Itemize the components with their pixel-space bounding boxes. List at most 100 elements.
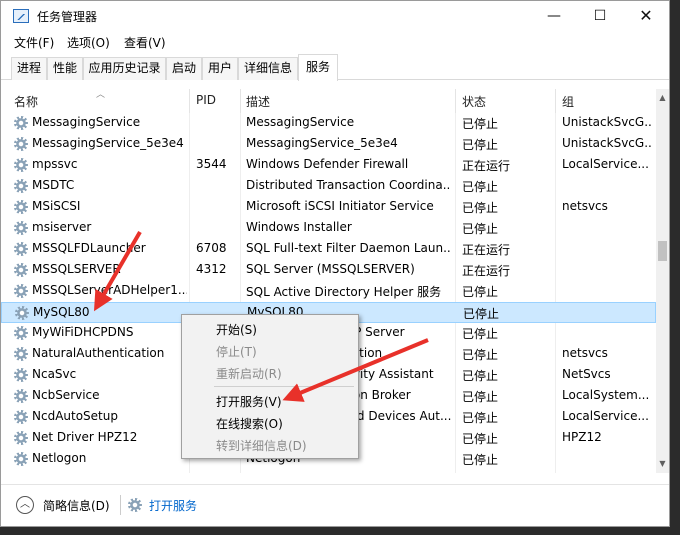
service-status: 已停止 bbox=[462, 201, 499, 215]
service-name: MSSQLFDLauncher bbox=[32, 241, 146, 255]
menu-goto-details[interactable]: 转到详细信息(D) bbox=[216, 437, 307, 454]
column-status[interactable]: 状态 bbox=[462, 93, 486, 110]
service-row[interactable]: MSSQLServerADHelper1... SQL Active Direct… bbox=[1, 281, 656, 302]
service-name: NcaSvc bbox=[32, 367, 77, 381]
services-gear-icon bbox=[128, 498, 142, 512]
scroll-thumb[interactable] bbox=[658, 241, 667, 261]
service-row[interactable]: MSDTC Distributed Transaction Coordina...… bbox=[1, 176, 656, 197]
scroll-down-icon[interactable]: ▼ bbox=[656, 457, 669, 471]
menu-view[interactable]: 查看(V) bbox=[124, 34, 166, 51]
service-name: MessagingService bbox=[32, 115, 141, 129]
menu-separator bbox=[214, 386, 354, 387]
column-pid[interactable]: PID bbox=[196, 93, 216, 107]
service-row[interactable]: MessagingService MessagingService 已停止 Unist… bbox=[1, 113, 656, 134]
service-row[interactable]: msiserver Windows Installer 已停止 bbox=[1, 218, 656, 239]
service-name: mpssvc bbox=[32, 157, 78, 171]
service-row[interactable]: Netman Network Connections 已停止 LocalSystem.… bbox=[1, 470, 656, 473]
service-status: 正在运行 bbox=[462, 243, 511, 257]
window-title: 任务管理器 bbox=[37, 10, 98, 24]
column-divider[interactable] bbox=[555, 89, 556, 113]
open-services-link[interactable]: 打开服务 bbox=[149, 497, 197, 514]
service-description: Windows Defender Firewall bbox=[246, 157, 409, 171]
tab-performance[interactable]: 性能 bbox=[47, 57, 83, 80]
chevron-up-icon[interactable]: ︿ bbox=[16, 496, 34, 514]
task-manager-window: 任务管理器 — ☐ ✕ 文件(F) 选项(O) 查看(V) 进程 性能 应用历史… bbox=[0, 0, 670, 527]
service-row[interactable]: MSSQLSERVER 4312 SQL Server (MSSQLSERVER) 正… bbox=[1, 260, 656, 281]
service-group: LocalService... bbox=[562, 409, 649, 423]
service-group: LocalService... bbox=[562, 157, 649, 171]
minimize-button[interactable]: — bbox=[531, 1, 577, 31]
scroll-up-icon[interactable]: ▲ bbox=[656, 91, 669, 105]
context-menu: 开始(S) 停止(T) 重新启动(R) 打开服务(V) 在线搜索(O) 转到详细… bbox=[181, 314, 359, 459]
column-divider[interactable] bbox=[189, 89, 190, 113]
service-group: netsvcs bbox=[562, 199, 608, 213]
service-gear-icon bbox=[14, 221, 28, 235]
service-row[interactable]: MSiSCSI Microsoft iSCSI Initiator Service… bbox=[1, 197, 656, 218]
divider bbox=[120, 495, 121, 515]
close-button[interactable]: ✕ bbox=[623, 1, 669, 31]
vertical-scrollbar[interactable]: ▲ ▼ bbox=[656, 89, 669, 473]
service-name: MyWiFiDHCPDNS bbox=[32, 325, 134, 339]
service-status: 正在运行 bbox=[462, 159, 511, 173]
column-description[interactable]: 描述 bbox=[246, 93, 270, 110]
menu-search-online[interactable]: 在线搜索(O) bbox=[216, 415, 283, 432]
menu-open-services[interactable]: 打开服务(V) bbox=[216, 393, 282, 410]
column-group[interactable]: 组 bbox=[562, 93, 574, 110]
title-bar: 任务管理器 — ☐ ✕ bbox=[1, 1, 669, 31]
service-status: 已停止 bbox=[462, 348, 499, 362]
tab-services[interactable]: 服务 bbox=[298, 54, 338, 81]
service-gear-icon bbox=[14, 137, 28, 151]
service-status: 已停止 bbox=[462, 472, 552, 473]
service-name: MSDTC bbox=[32, 178, 75, 192]
service-pid: 6708 bbox=[196, 241, 227, 255]
tab-details[interactable]: 详细信息 bbox=[238, 57, 298, 80]
tab-processes[interactable]: 进程 bbox=[11, 57, 47, 80]
service-gear-icon bbox=[14, 389, 28, 403]
menu-bar: 文件(F) 选项(O) 查看(V) bbox=[1, 31, 669, 53]
service-row[interactable]: MessagingService_5e3e4 MessagingService_5… bbox=[1, 134, 656, 155]
service-status: 已停止 bbox=[462, 453, 499, 467]
service-name: NcdAutoSetup bbox=[32, 409, 118, 423]
service-status: 已停止 bbox=[462, 432, 499, 446]
menu-stop[interactable]: 停止(T) bbox=[216, 343, 257, 360]
service-row[interactable]: mpssvc 3544 Windows Defender Firewall 正在运行 L… bbox=[1, 155, 656, 176]
service-description: MessagingService bbox=[246, 115, 355, 129]
column-divider[interactable] bbox=[240, 89, 241, 113]
service-description: Network Connections bbox=[246, 472, 451, 473]
tab-startup[interactable]: 启动 bbox=[166, 57, 202, 80]
service-group: HPZ12 bbox=[562, 430, 602, 444]
service-name: MSSQLServerADHelper1... bbox=[32, 283, 187, 297]
tab-app-history[interactable]: 应用历史记录 bbox=[83, 57, 166, 80]
service-description: MessagingService_5e3e4 bbox=[246, 136, 398, 150]
menu-restart[interactable]: 重新启动(R) bbox=[216, 365, 282, 382]
service-gear-icon bbox=[14, 179, 28, 193]
service-gear-icon bbox=[14, 242, 28, 256]
menu-file[interactable]: 文件(F) bbox=[14, 34, 54, 51]
service-description: Distributed Transaction Coordina... bbox=[246, 178, 451, 192]
column-header: 名称 PID 描述 状态 组 bbox=[1, 89, 656, 113]
tab-users[interactable]: 用户 bbox=[202, 57, 238, 80]
service-gear-icon bbox=[14, 326, 28, 340]
fewer-details-button[interactable]: 简略信息(D) bbox=[43, 497, 110, 514]
service-pid: 3544 bbox=[196, 157, 227, 171]
service-status: 已停止 bbox=[462, 411, 499, 425]
service-gear-icon bbox=[14, 200, 28, 214]
service-gear-icon bbox=[14, 452, 28, 466]
service-name: Netlogon bbox=[32, 451, 87, 465]
service-gear-icon bbox=[14, 158, 28, 172]
service-name: NaturalAuthentication bbox=[32, 346, 165, 360]
service-gear-icon bbox=[14, 284, 28, 298]
menu-start[interactable]: 开始(S) bbox=[216, 321, 257, 338]
tab-bar: 进程 性能 应用历史记录 启动 用户 详细信息 服务 bbox=[1, 53, 669, 81]
service-status: 已停止 bbox=[463, 307, 500, 321]
service-name: MySQL80 bbox=[33, 305, 90, 319]
service-status: 已停止 bbox=[462, 285, 499, 299]
service-status: 已停止 bbox=[462, 138, 499, 152]
column-divider[interactable] bbox=[455, 89, 456, 113]
service-gear-icon bbox=[14, 431, 28, 445]
menu-options[interactable]: 选项(O) bbox=[67, 34, 110, 51]
service-row[interactable]: MSSQLFDLauncher 6708 SQL Full-text Filter … bbox=[1, 239, 656, 260]
column-name[interactable]: 名称 bbox=[14, 93, 38, 110]
maximize-button[interactable]: ☐ bbox=[577, 1, 623, 31]
service-status: 已停止 bbox=[462, 369, 499, 383]
